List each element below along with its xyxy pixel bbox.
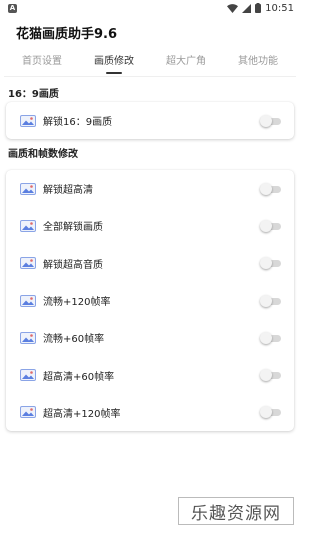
toggle-switch[interactable]: [260, 257, 282, 270]
setting-label: 全部解锁画质: [43, 222, 103, 234]
toggle-switch[interactable]: [260, 114, 282, 127]
section-title-16-9: 16：9画质: [8, 89, 59, 100]
setting-label: 流畅+120帧率: [43, 297, 111, 309]
setting-row: 超高清+120帧率: [6, 394, 294, 431]
setting-row: 流畅+120帧率: [6, 282, 294, 319]
setting-row: 流畅+60帧率: [6, 319, 294, 356]
tab-other-functions[interactable]: 其他功能: [222, 48, 294, 76]
toggle-switch[interactable]: [260, 219, 282, 232]
setting-row: 超高清+60帧率: [6, 356, 294, 393]
tab-home-settings[interactable]: 首页设置: [6, 48, 78, 76]
setting-row: 解锁16：9画质: [6, 102, 294, 139]
app-title: 花猫画质助手9.6: [16, 26, 118, 42]
battery-icon: [255, 3, 262, 13]
image-icon: [20, 369, 36, 382]
app-bar: 花猫画质助手9.6: [0, 16, 300, 48]
setting-label: 解锁超高清: [43, 185, 93, 197]
card-quality-fps: 解锁超高清 全部解锁画质 解锁超高音质 流畅+120帧率 流畅+60帧率 超高清…: [6, 170, 294, 432]
section-title-quality-fps: 画质和帧数修改: [8, 149, 78, 160]
watermark: 乐趣资源网: [178, 497, 294, 525]
setting-label: 解锁超高音质: [43, 259, 103, 271]
image-icon: [20, 257, 36, 270]
toggle-switch[interactable]: [260, 331, 282, 344]
setting-row: 解锁超高清: [6, 170, 294, 207]
image-icon: [20, 114, 36, 127]
status-bar: A 10:51: [0, 0, 300, 16]
image-icon: [20, 294, 36, 307]
notification-icon: A: [8, 3, 17, 13]
clock: 10:51: [265, 2, 294, 14]
signal-icon: [242, 3, 252, 13]
image-icon: [20, 331, 36, 344]
toggle-switch[interactable]: [260, 182, 282, 195]
card-16-9: 解锁16：9画质: [6, 102, 294, 139]
toggle-switch[interactable]: [260, 406, 282, 419]
setting-label: 超高清+60帧率: [43, 371, 115, 383]
image-icon: [20, 182, 36, 195]
setting-row: 全部解锁画质: [6, 207, 294, 244]
toggle-switch[interactable]: [260, 369, 282, 382]
setting-label: 超高清+120帧率: [43, 408, 121, 420]
setting-label: 解锁16：9画质: [43, 117, 113, 129]
setting-row: 解锁超高音质: [6, 245, 294, 282]
image-icon: [20, 219, 36, 232]
toggle-switch[interactable]: [260, 294, 282, 307]
setting-label: 流畅+60帧率: [43, 334, 105, 346]
tab-quality-modify[interactable]: 画质修改: [78, 48, 150, 76]
tab-bar: 首页设置 画质修改 超大广角 其他功能: [0, 48, 300, 76]
image-icon: [20, 406, 36, 419]
tab-wide-angle[interactable]: 超大广角: [150, 48, 222, 76]
wifi-icon: [227, 3, 239, 13]
